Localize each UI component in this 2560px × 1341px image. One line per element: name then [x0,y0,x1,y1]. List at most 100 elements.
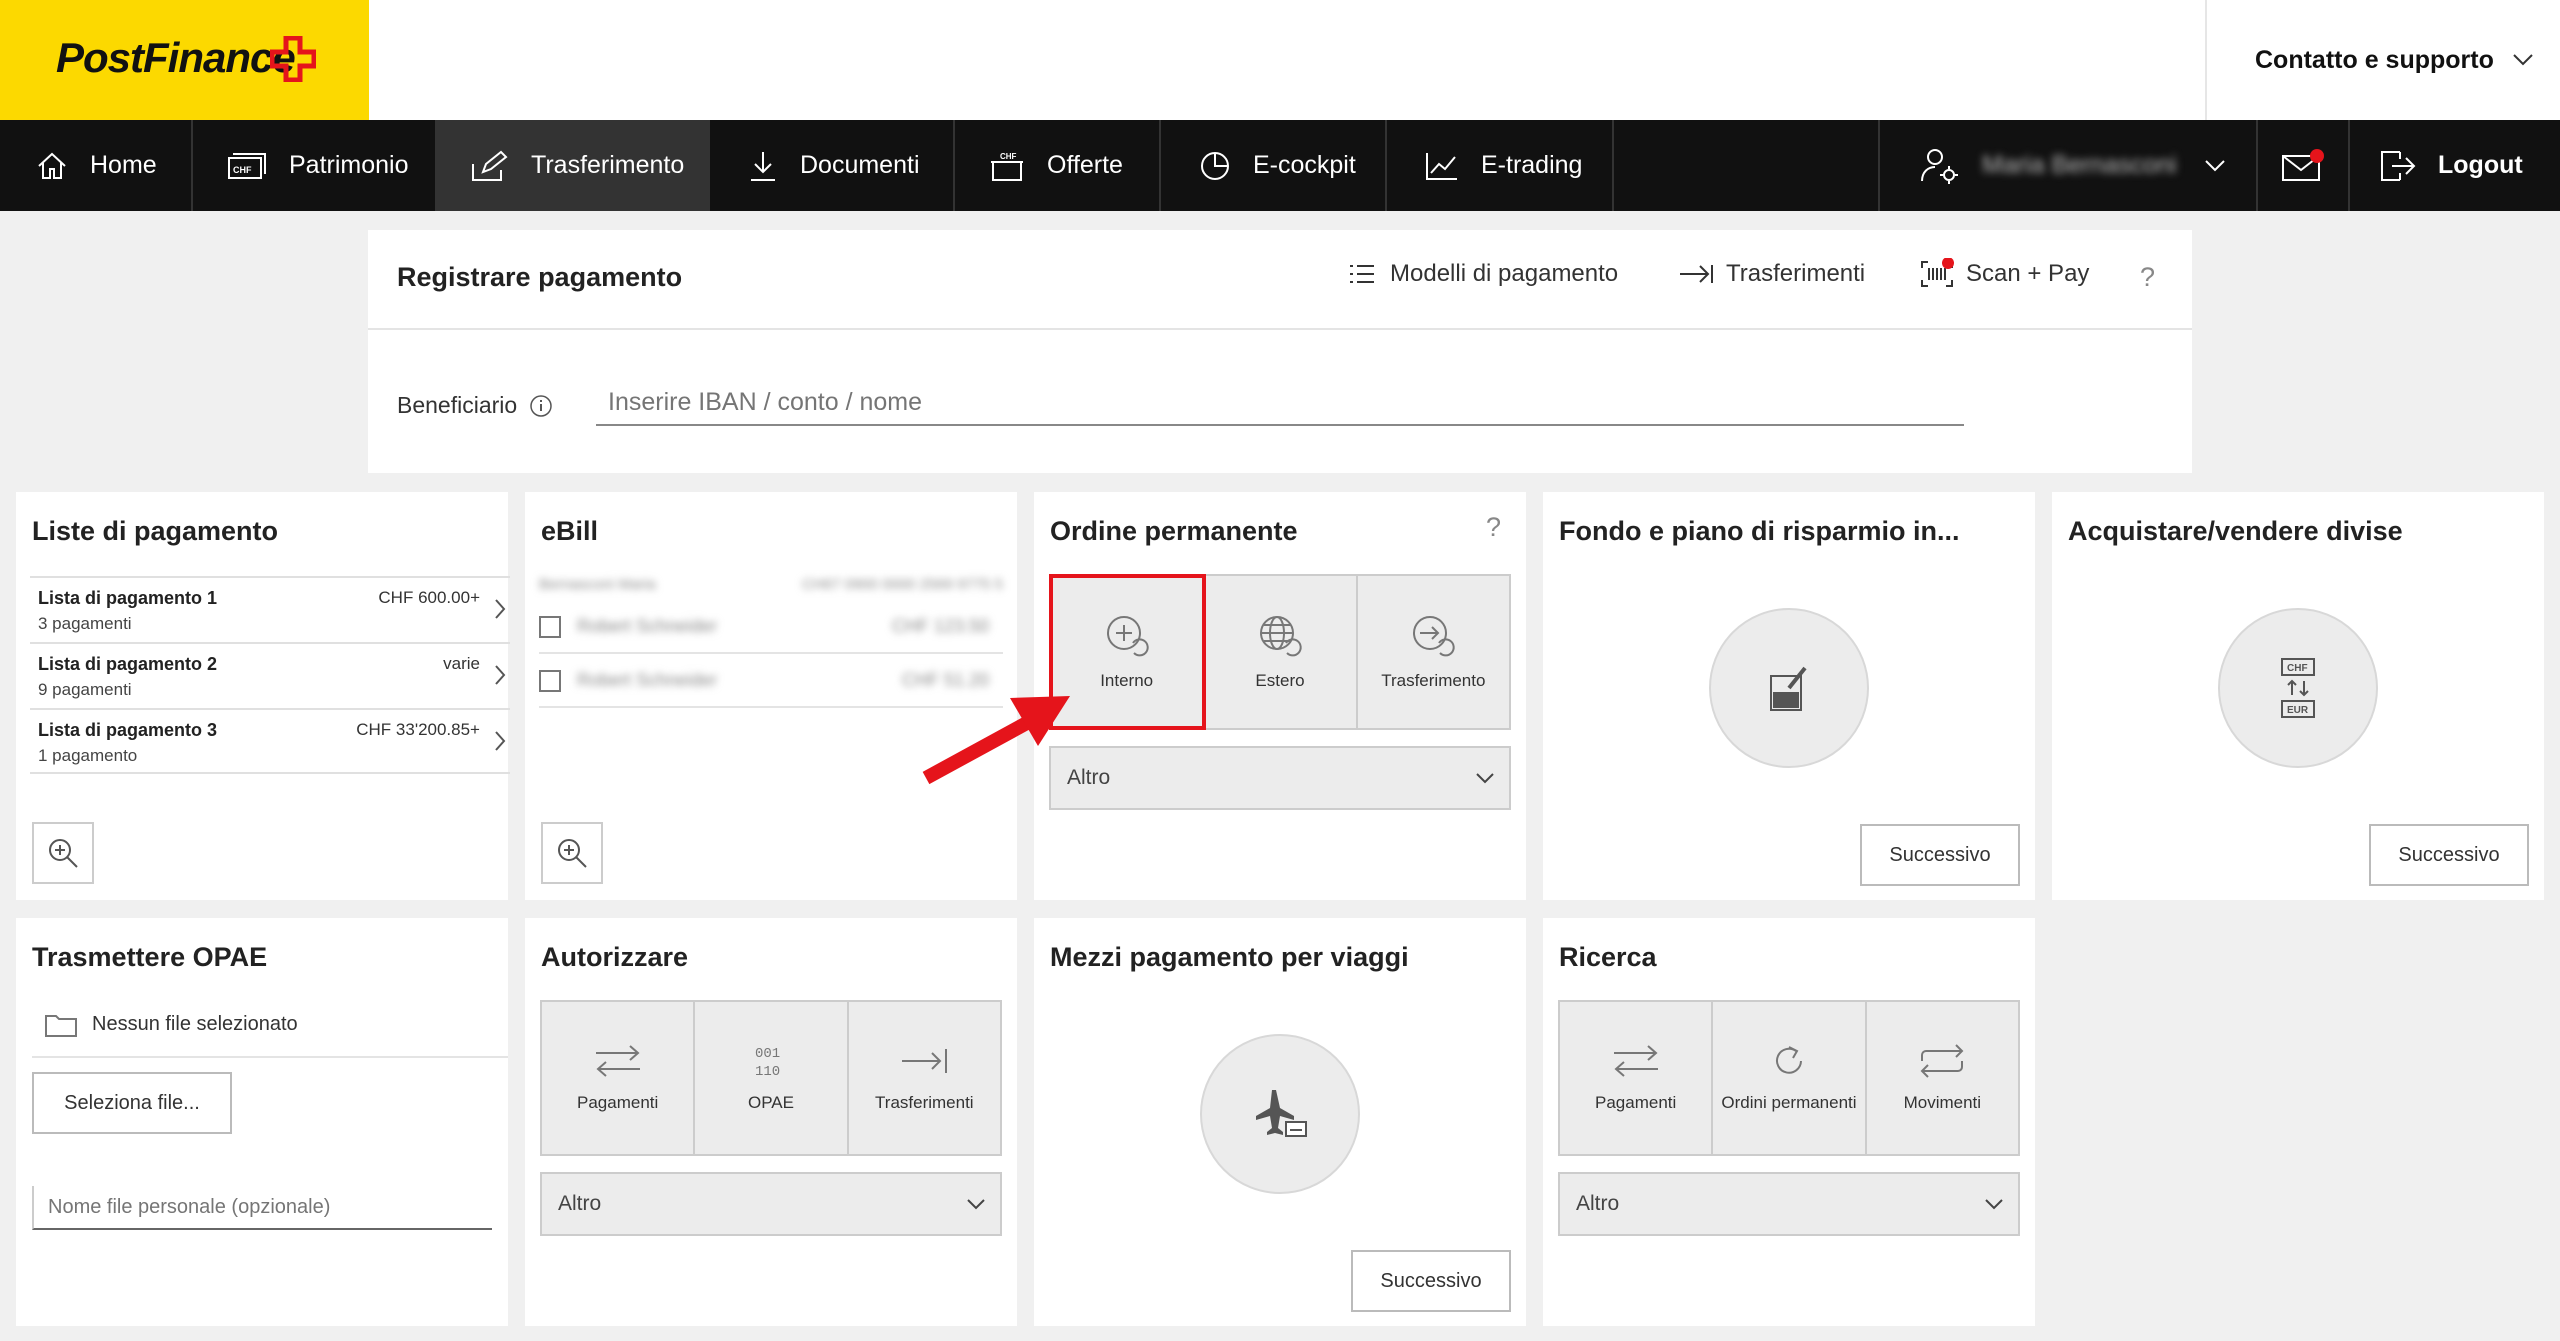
transfer-tile[interactable]: Trasferimento [1358,576,1509,728]
nav-label: E-cockpit [1253,151,1356,179]
authorize-select[interactable]: Altro [540,1172,1002,1236]
file-name-input[interactable] [32,1186,492,1230]
row-checkbox[interactable] [539,616,561,638]
transfer-icon [1413,616,1455,657]
messages-button[interactable] [2258,120,2350,211]
ebill-payee: Robert Schneider [577,616,718,636]
nav-etrading[interactable]: E-trading [1387,120,1614,211]
line-chart-icon [1426,152,1457,180]
fund-jar-icon [1770,666,1807,711]
tile-label: Trasferimento [1381,671,1486,690]
arrow-to-bar-icon [902,1049,948,1073]
swap-arrows-icon [595,1045,640,1077]
payments-tile[interactable]: Pagamenti [542,1002,696,1154]
postfinance-logo[interactable]: PostFinance [0,0,369,120]
row-checkbox[interactable] [539,670,561,692]
next-button[interactable]: Successivo [1860,824,2020,886]
help-icon[interactable]: ? [1486,512,1501,543]
list-item[interactable]: Lista di pagamento 2 9 pagamenti varie [30,642,510,708]
payments-tile[interactable]: Pagamenti [1560,1002,1714,1154]
currency-icon-circle[interactable]: CHF EUR [2218,608,2378,768]
nav-ecockpit[interactable]: E-cockpit [1161,120,1387,211]
scan-pay-label: Scan + Pay [1966,260,2090,287]
nav-documenti[interactable]: Documenti [710,120,955,211]
tile-label: Ordini permanenti [1721,1093,1857,1112]
standing-order-select[interactable]: Altro [1049,746,1511,810]
next-button[interactable]: Successivo [2369,824,2529,886]
binary-file-icon: 001110 [755,1046,780,1079]
list-name: Lista di pagamento 1 [38,588,218,608]
nav-offerte[interactable]: CHF Offerte [955,120,1161,211]
beneficiary-input[interactable] [596,380,1964,426]
logout-button[interactable]: Logout [2350,120,2560,211]
swiss-cross-icon [270,36,316,82]
contact-support-menu[interactable]: Contatto e supporto [2205,0,2560,120]
table-row[interactable]: Robert Schneider CHF 123.50 [539,602,1003,654]
transfers-tile[interactable]: Trasferimenti [849,1002,1000,1154]
user-name: Maria Bernasconi [1982,151,2177,179]
list-name: Lista di pagamento 2 [38,654,218,674]
fund-icon-circle[interactable] [1709,608,1869,768]
list-item[interactable]: Lista di pagamento 1 3 pagamenti CHF 600… [30,576,510,642]
select-file-button[interactable]: Seleziona file... [32,1072,232,1134]
nav-trasferimento[interactable]: Trasferimento [437,120,710,211]
search-button[interactable] [32,822,94,884]
nav-label: Trasferimento [531,151,685,179]
brand-name: PostFinance [56,34,296,81]
red-arrow-annotation [922,696,1070,785]
ebill-account-number: CH67 0900 0000 2569 9775 5 [801,576,1003,593]
user-menu[interactable]: Maria Bernasconi [1878,120,2258,211]
templates-label: Modelli di pagamento [1390,260,1619,287]
scan-pay-link[interactable]: Scan + Pay [1920,258,2089,290]
ebill-header: Bernasconi Maria CH67 0900 0000 2569 977… [539,572,1003,600]
nav-patrimonio[interactable]: CHF Patrimonio [193,120,437,211]
mail-icon [2282,148,2324,181]
contact-support-label: Contatto e supporto [2255,45,2494,74]
list-count: 1 pagamento [38,746,138,765]
search-button[interactable] [541,822,603,884]
card-title: Autorizzare [541,942,689,972]
movements-tile[interactable]: Movimenti [1867,1002,2018,1154]
opae-upload-card: Trasmettere OPAE Nessun file selezionato… [16,918,508,1326]
transfers-label: Trasferimenti [1726,260,1866,287]
nav-home[interactable]: Home [0,120,193,211]
opae-tile[interactable]: 001 110 OPAE [695,1002,849,1154]
foreign-tile[interactable]: Estero [1204,576,1358,728]
beneficiary-label-group: Beneficiario [397,392,553,419]
beneficiary-label: Beneficiario [397,392,518,418]
chevron-down-icon [2205,159,2225,171]
payment-templates-link[interactable]: Modelli di pagamento [1348,260,1618,288]
list-count: 3 pagamenti [38,614,132,633]
card-title: Trasmettere OPAE [32,942,268,972]
list-icon [1350,265,1374,283]
nav-label: E-trading [1481,151,1583,179]
currency-exchange-icon: CHF EUR [2281,658,2315,718]
download-icon [751,151,775,181]
list-item[interactable]: Lista di pagamento 3 1 pagamento CHF 33'… [30,708,510,774]
card-title: Fondo e piano di risparmio in... [1559,516,1960,546]
transfers-link[interactable]: Trasferimenti [1678,260,1865,288]
cycle-arrows-icon [1920,1044,1964,1078]
search-card: Ricerca Pagamenti Ordini permanenti Movi… [1543,918,2035,1326]
ebill-account-name: Bernasconi Maria [539,576,656,593]
help-icon[interactable]: ? [2140,262,2155,293]
select-value: Altro [1576,1192,1620,1215]
ebill-amount: CHF 123.50 [891,616,989,636]
refresh-icon [1776,1046,1802,1074]
chevron-right-icon [495,599,506,619]
tile-label: Pagamenti [1595,1093,1677,1112]
airplane-icon [1256,1090,1307,1137]
travel-icon-circle[interactable] [1200,1034,1360,1194]
user-settings-icon [1921,148,1958,184]
svg-text:CHF: CHF [233,165,252,175]
standing-orders-tile[interactable]: Ordini permanenti [1713,1002,1867,1154]
next-button[interactable]: Successivo [1351,1250,1511,1312]
card-title: Ordine permanente [1050,516,1298,546]
ebill-payee: Robert Schneider [577,670,718,690]
list-amount: CHF 600.00+ [378,588,480,607]
search-select[interactable]: Altro [1558,1172,2020,1236]
list-name: Lista di pagamento 3 [38,720,218,740]
card-title: Liste di pagamento [32,516,279,546]
card-title: Mezzi pagamento per viaggi [1050,942,1409,972]
currency-exchange-card: Acquistare/vendere divise CHF EUR Success… [2052,492,2544,900]
